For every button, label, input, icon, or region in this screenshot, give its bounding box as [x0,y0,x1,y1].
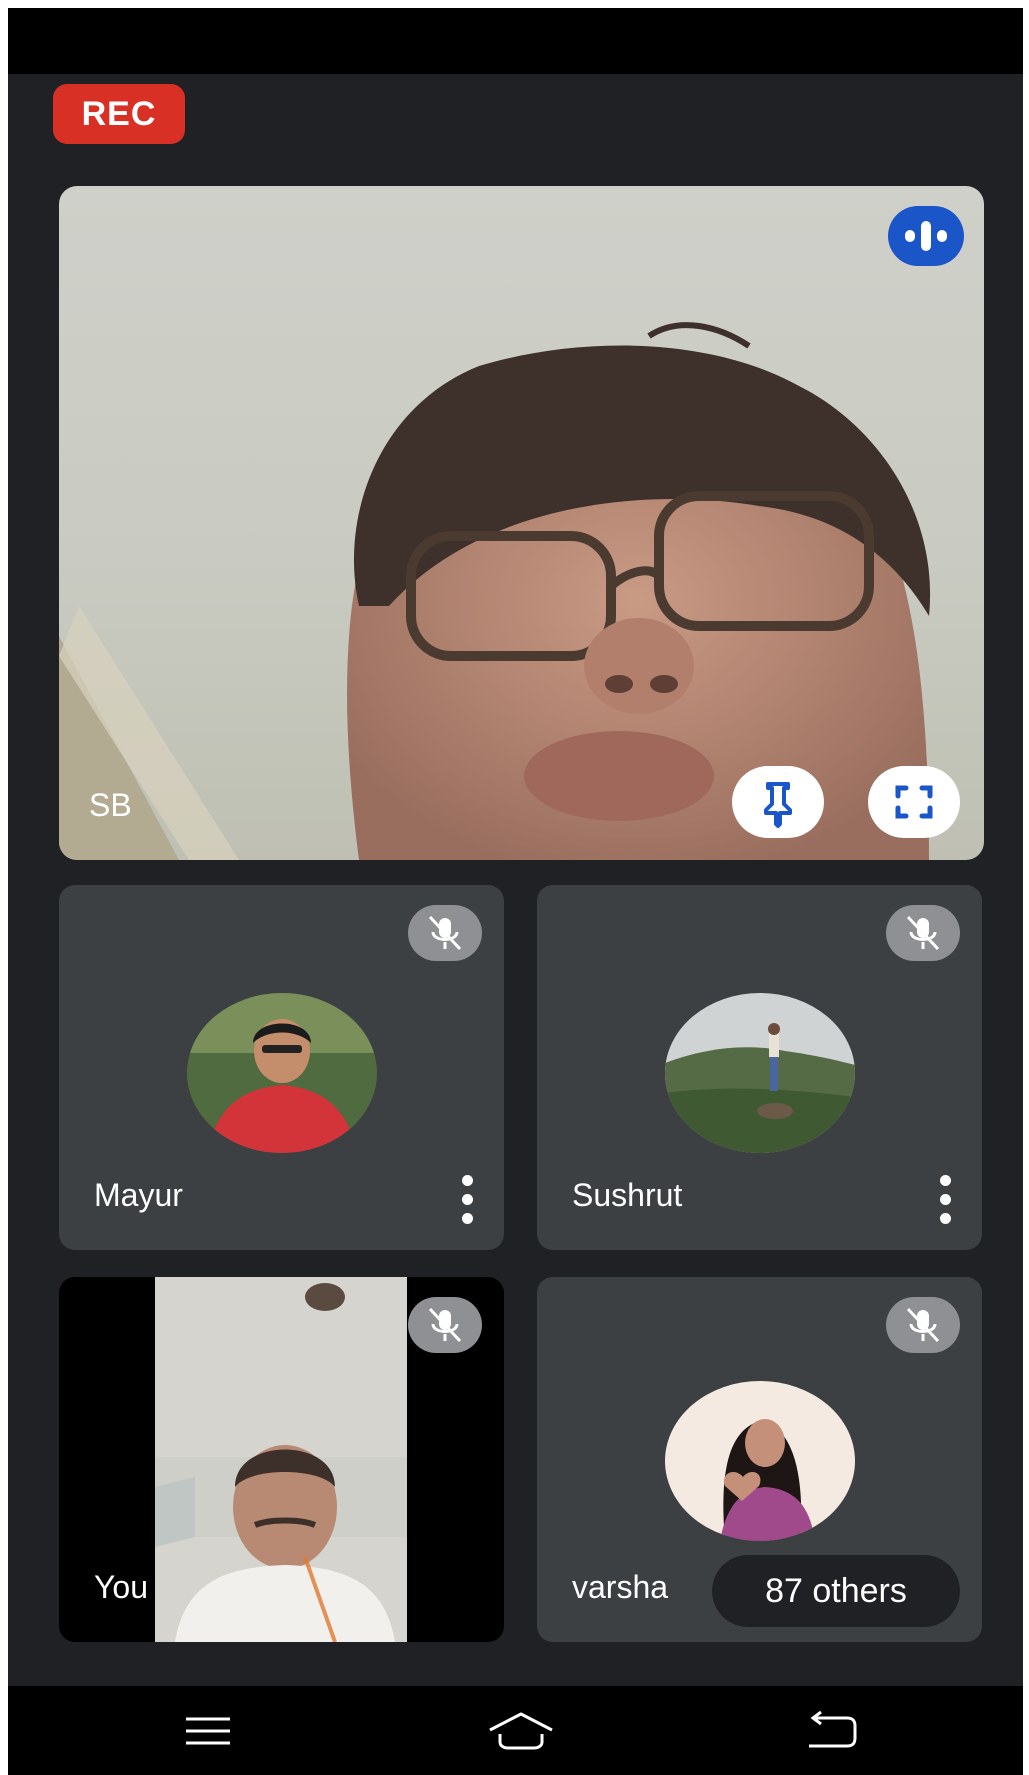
more-vert-icon[interactable] [934,1175,958,1225]
mic-off-icon [886,1297,960,1353]
participant-name: Mayur [94,1177,183,1213]
more-vert-icon[interactable] [456,1175,480,1225]
back-icon[interactable] [803,1706,863,1756]
home-icon[interactable] [486,1706,553,1756]
pin-button[interactable] [732,766,824,838]
mic-off-icon [408,905,482,961]
participant-tile-varsha[interactable]: varsha 87 others [537,1277,982,1642]
participant-tile-mayur[interactable]: Mayur [59,885,504,1250]
participant-name: varsha [572,1569,669,1605]
meeting-screen: REC SB Mayur Sushrut You varsha 87 other… [8,8,1023,1775]
pin-icon [764,782,792,828]
speaker-video [59,322,931,860]
participant-tile-sushrut[interactable]: Sushrut [537,885,982,1250]
others-count-button[interactable]: 87 others [712,1555,960,1627]
main-speaker-tile[interactable]: SB [59,186,984,860]
recording-badge: REC [53,84,185,144]
mic-off-icon [886,905,960,961]
self-video [155,1277,407,1642]
participant-name: You [94,1569,148,1605]
status-bar [8,8,1023,74]
audio-level-icon [888,206,964,266]
avatar [665,1381,855,1541]
avatar [187,993,377,1153]
fullscreen-icon [895,785,933,819]
main-tile-name: SB [89,787,132,823]
fullscreen-button[interactable] [868,766,960,838]
system-nav-bar [8,1686,1023,1775]
participant-tile-you[interactable]: You [59,1277,504,1642]
menu-icon[interactable] [178,1706,238,1756]
avatar [665,993,855,1153]
mic-off-icon [408,1297,482,1353]
participant-name: Sushrut [572,1177,683,1213]
